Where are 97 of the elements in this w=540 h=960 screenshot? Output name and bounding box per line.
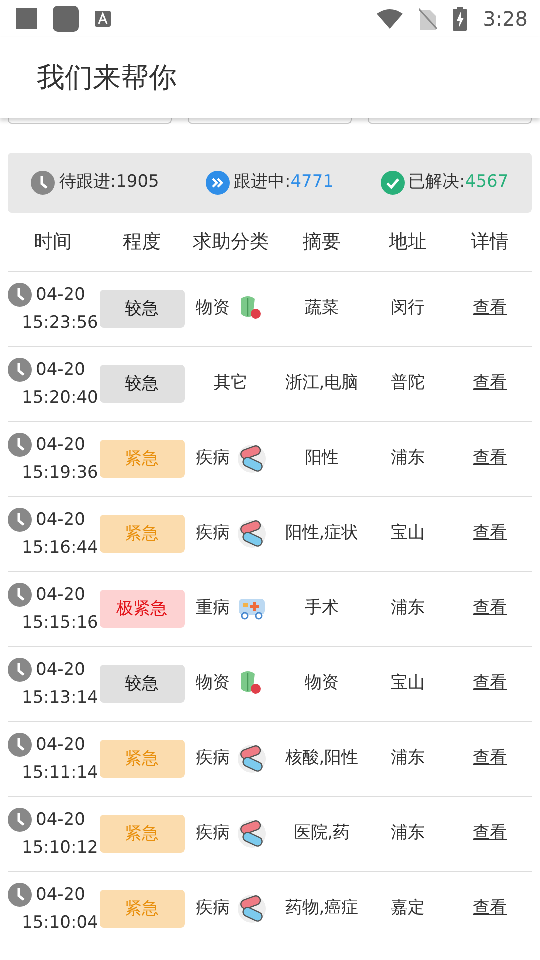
summary-text: 阳性,症状 xyxy=(285,523,359,544)
column-header: 详情 xyxy=(471,230,509,253)
column-header: 程度 xyxy=(123,230,161,253)
clock-icon xyxy=(8,508,32,532)
clock-icon xyxy=(8,808,32,832)
clock-icon xyxy=(8,583,32,607)
wifi-icon xyxy=(377,8,404,28)
address-text: 浦东 xyxy=(391,748,425,768)
date-text: 04-20 xyxy=(35,509,86,532)
category-text: 疾病 xyxy=(196,447,230,470)
urgency-tag: 较急 xyxy=(100,665,184,703)
summary-text: 物资 xyxy=(305,673,339,694)
summary-text: 蔬菜 xyxy=(305,298,339,318)
address-text: 嘉定 xyxy=(391,898,425,918)
summary-text: 药物,癌症 xyxy=(285,898,359,918)
clock-icon xyxy=(8,283,32,307)
urgency-tag: 紧急 xyxy=(100,440,184,478)
view-link[interactable]: 查看 xyxy=(473,748,507,768)
clock-icon xyxy=(8,658,32,682)
column-header: 地址 xyxy=(389,230,427,253)
address-text: 宝山 xyxy=(391,523,425,544)
pills-icon xyxy=(238,445,266,473)
urgency-tag: 紧急 xyxy=(100,740,184,778)
date-text: 04-20 xyxy=(35,734,86,757)
status-count: 待跟进:1905 xyxy=(59,171,160,194)
summary-text: 医院,药 xyxy=(294,823,350,844)
category-text: 疾病 xyxy=(196,522,230,546)
date-text: 04-20 xyxy=(35,659,86,682)
address-text: 浦东 xyxy=(391,598,425,618)
category-text: 物资 xyxy=(196,297,230,320)
address-text: 普陀 xyxy=(391,373,425,394)
urgency-tag: 紧急 xyxy=(100,515,184,553)
date-text: 04-20 xyxy=(35,884,86,907)
urgency-tag: 较急 xyxy=(100,290,184,328)
urgency-tag: 紧急 xyxy=(100,815,184,853)
date-text: 04-20 xyxy=(35,809,86,832)
status-count: 已解决:4567 xyxy=(408,171,509,194)
time-text: 15:13:14 xyxy=(22,687,98,710)
pills-icon xyxy=(238,745,266,773)
no-sim-icon xyxy=(419,8,438,30)
time-text: 15:10:04 xyxy=(22,912,98,935)
urgency-tag: 极紧急 xyxy=(100,590,184,628)
clock-icon xyxy=(8,358,32,382)
check-icon xyxy=(380,171,405,195)
app-title: 我们来帮你 xyxy=(37,60,177,94)
clock-icon xyxy=(8,733,32,757)
view-link[interactable]: 查看 xyxy=(473,373,507,394)
time-text: 15:20:40 xyxy=(22,387,98,410)
category-text: 疾病 xyxy=(196,747,230,770)
time-text: 15:19:36 xyxy=(22,462,98,485)
battery-icon xyxy=(453,6,468,30)
summary-text: 手术 xyxy=(305,598,339,618)
clock-icon xyxy=(8,883,32,907)
date-text: 04-20 xyxy=(35,359,86,382)
time-text: 15:10:12 xyxy=(22,837,98,860)
app-icon xyxy=(53,6,79,32)
notification-icon xyxy=(16,8,37,29)
clock-icon xyxy=(8,433,32,457)
view-link[interactable]: 查看 xyxy=(473,523,507,544)
category-text: 重病 xyxy=(196,597,230,620)
address-text: 浦东 xyxy=(391,448,425,468)
address-text: 闵行 xyxy=(391,298,425,318)
category-text: 物资 xyxy=(196,672,230,696)
view-link[interactable]: 查看 xyxy=(473,823,507,844)
view-link[interactable]: 查看 xyxy=(473,298,507,318)
column-header: 摘要 xyxy=(303,230,341,253)
category-text: 疾病 xyxy=(196,897,230,920)
category-text: 其它 xyxy=(214,372,248,396)
date-text: 04-20 xyxy=(35,284,86,307)
view-link[interactable]: 查看 xyxy=(473,448,507,468)
view-link[interactable]: 查看 xyxy=(473,598,507,618)
summary-text: 核酸,阳性 xyxy=(285,748,359,768)
view-link[interactable]: 查看 xyxy=(473,898,507,918)
date-text: 04-20 xyxy=(35,584,86,607)
time-text: 15:23:56 xyxy=(22,312,98,335)
pills-icon xyxy=(238,520,266,548)
category-text: 疾病 xyxy=(196,822,230,846)
view-link[interactable]: 查看 xyxy=(473,673,507,694)
address-text: 宝山 xyxy=(391,673,425,694)
time-text: 15:15:16 xyxy=(22,612,98,635)
column-header: 求助分类 xyxy=(193,230,269,253)
time-text: 15:16:44 xyxy=(22,537,98,560)
clock-icon xyxy=(31,171,56,195)
urgency-tag: 紧急 xyxy=(100,890,184,928)
summary-text: 浙江,电脑 xyxy=(285,373,359,394)
keyboard-icon xyxy=(95,10,111,26)
date-text: 04-20 xyxy=(35,434,86,457)
status-time: 3:28 xyxy=(483,6,528,32)
urgency-tag: 较急 xyxy=(100,365,184,403)
column-header: 时间 xyxy=(34,230,72,253)
status-count: 跟进中:4771 xyxy=(234,171,334,194)
address-text: 浦东 xyxy=(391,823,425,844)
pills-icon xyxy=(238,895,266,923)
time-text: 15:11:14 xyxy=(22,762,98,785)
double-chevron-icon xyxy=(206,171,230,195)
pills-icon xyxy=(238,820,266,848)
summary-text: 阳性 xyxy=(305,448,339,468)
